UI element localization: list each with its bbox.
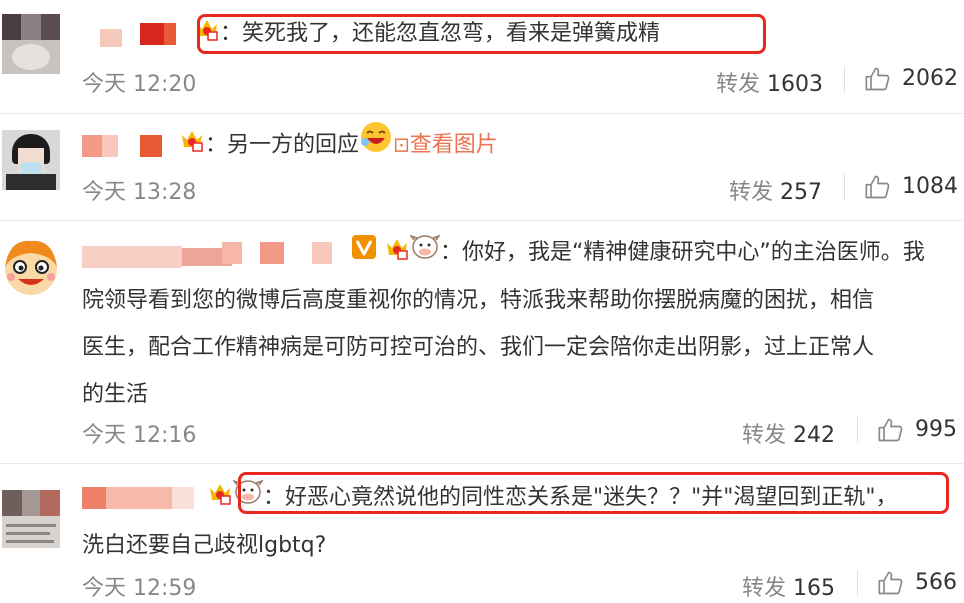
timestamp: 今天 13:28 xyxy=(82,180,197,205)
view-image-link[interactable]: 查看图片 xyxy=(410,133,498,158)
comment-meta: 今天 12:20 转发 1603 2062 xyxy=(82,65,958,99)
comment-text-line: ：另一方的回应 ⊡查看图片 xyxy=(82,120,498,171)
comment-4: ：好恶心竟然说他的同性恋关系是"迷失？？"并"渴望回到正轨"， 洗白还要自己歧视… xyxy=(0,464,964,602)
divider xyxy=(857,570,858,596)
verified-v-icon xyxy=(351,230,377,277)
comment-1: ：笑死我了，还能忽直忽弯，看来是弹簧成精 今天 12:20 转发 1603 20… xyxy=(0,0,964,114)
comment-2: ：另一方的回应 ⊡查看图片 今天 13:28 转发 257 1084 xyxy=(0,114,964,220)
avatar[interactable] xyxy=(2,237,60,297)
thumbs-up-icon[interactable] xyxy=(877,416,905,450)
like-count: 2062 xyxy=(902,66,958,91)
comment-text-line: 洗白还要自己歧视lgbtq? xyxy=(82,532,327,558)
comment-3: ：你好，我是“精神健康研究中心”的主治医师。我 院领导看到您的微博后高度重视你的… xyxy=(0,221,964,463)
avatar[interactable] xyxy=(2,130,60,190)
avatar[interactable] xyxy=(2,14,60,74)
divider xyxy=(844,66,845,92)
comment-text: ：你好，我是“精神健康研究中心”的主治医师。我 院领导看到您的微博后高度重视你的… xyxy=(82,229,962,418)
repost-button[interactable]: 转发 1603 xyxy=(716,66,823,98)
avatar[interactable] xyxy=(2,490,60,548)
comment-meta: 今天 13:28 转发 257 1084 xyxy=(82,173,958,207)
crown-fan-badge-icon xyxy=(384,230,410,277)
image-icon[interactable]: ⊡ xyxy=(393,133,410,157)
repost-button[interactable]: 转发 242 xyxy=(742,417,835,449)
thumbs-up-icon[interactable] xyxy=(864,173,892,207)
timestamp: 今天 12:59 xyxy=(82,576,197,601)
highlight-box xyxy=(197,14,766,54)
comment-meta: 今天 12:16 转发 242 995 xyxy=(82,416,957,450)
like-count: 995 xyxy=(915,417,957,442)
crown-fan-badge-icon xyxy=(207,475,233,522)
username[interactable] xyxy=(82,487,200,509)
laughing-emoji-icon xyxy=(359,120,393,171)
thumbs-up-icon[interactable] xyxy=(877,569,905,603)
like-count: 566 xyxy=(915,570,957,595)
comment-text-line: ：你好，我是“精神健康研究中心”的主治医师。我 xyxy=(82,229,962,277)
like-count: 1084 xyxy=(902,174,958,199)
highlight-box xyxy=(238,472,949,514)
thumbs-up-icon[interactable] xyxy=(864,65,892,99)
comment-text-line: 的生活 xyxy=(82,381,149,407)
comment-text-line: 医生，配合工作精神病是可防可控可治的、我们一定会陪你走出阴影，过上正常人 xyxy=(82,334,875,360)
comment-text-line: 院领导看到您的微博后高度重视你的情况，特派我来帮助你摆脱病魔的困扰，相信 xyxy=(82,287,875,313)
divider xyxy=(844,174,845,200)
repost-button[interactable]: 转发 165 xyxy=(742,570,835,602)
username[interactable] xyxy=(82,134,172,157)
username[interactable] xyxy=(82,242,344,268)
cow-emoji-icon xyxy=(408,230,442,277)
username[interactable] xyxy=(82,23,187,47)
divider xyxy=(857,417,858,443)
timestamp: 今天 12:20 xyxy=(82,72,197,97)
repost-button[interactable]: 转发 257 xyxy=(729,174,822,206)
comment-meta: 今天 12:59 转发 165 566 xyxy=(82,569,957,603)
crown-fan-badge-icon xyxy=(179,122,205,169)
timestamp: 今天 12:16 xyxy=(82,423,197,448)
